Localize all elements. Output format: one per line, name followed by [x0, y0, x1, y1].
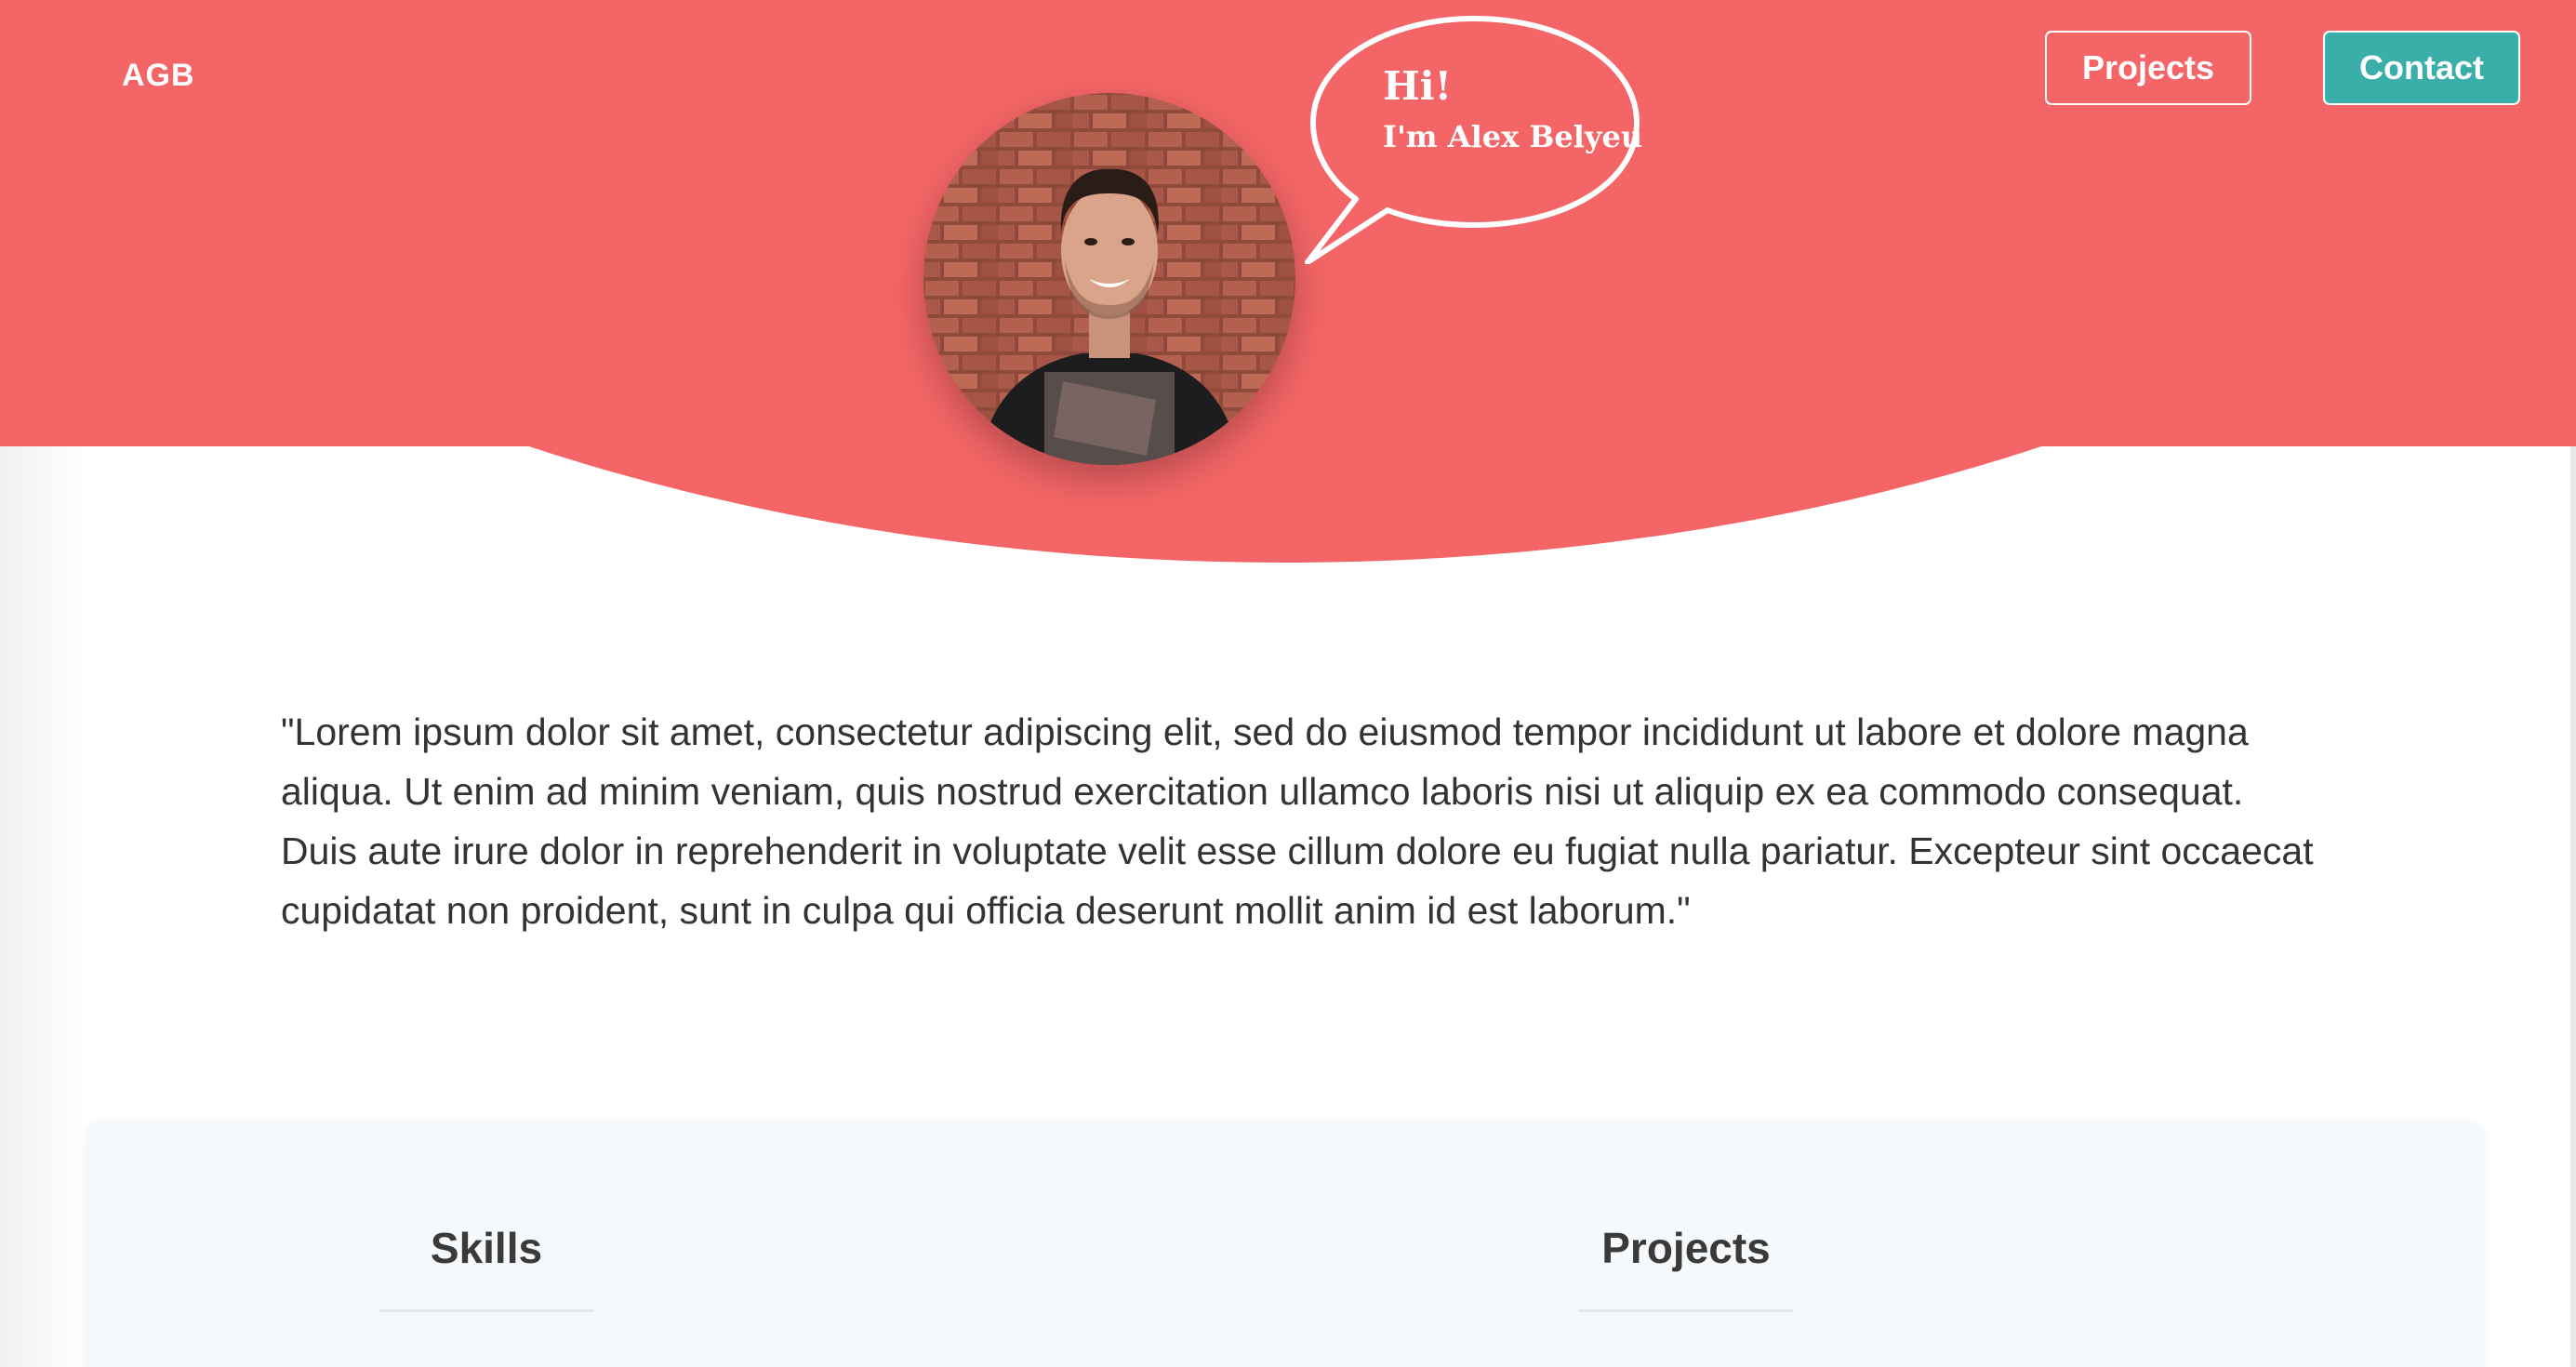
- page: AGB Projects Contact Hi! I'm Alex Belyeu…: [0, 0, 2576, 1367]
- skills-divider: [379, 1309, 593, 1312]
- contact-nav-button[interactable]: Contact: [2323, 31, 2520, 105]
- site-logo[interactable]: AGB: [122, 58, 195, 94]
- hero-intro: I'm Alex Belyeu: [1383, 119, 1643, 154]
- profile-avatar: [923, 93, 1295, 465]
- skills-heading: Skills: [430, 1224, 543, 1272]
- about-quote: "Lorem ipsum dolor sit amet, consectetur…: [281, 710, 2314, 932]
- hero-greeting: Hi!: [1383, 63, 1453, 109]
- projects-heading: Projects: [1601, 1224, 1771, 1272]
- projects-nav-button[interactable]: Projects: [2045, 31, 2251, 105]
- profile-photo: [923, 93, 1295, 465]
- projects-divider: [1579, 1309, 1793, 1312]
